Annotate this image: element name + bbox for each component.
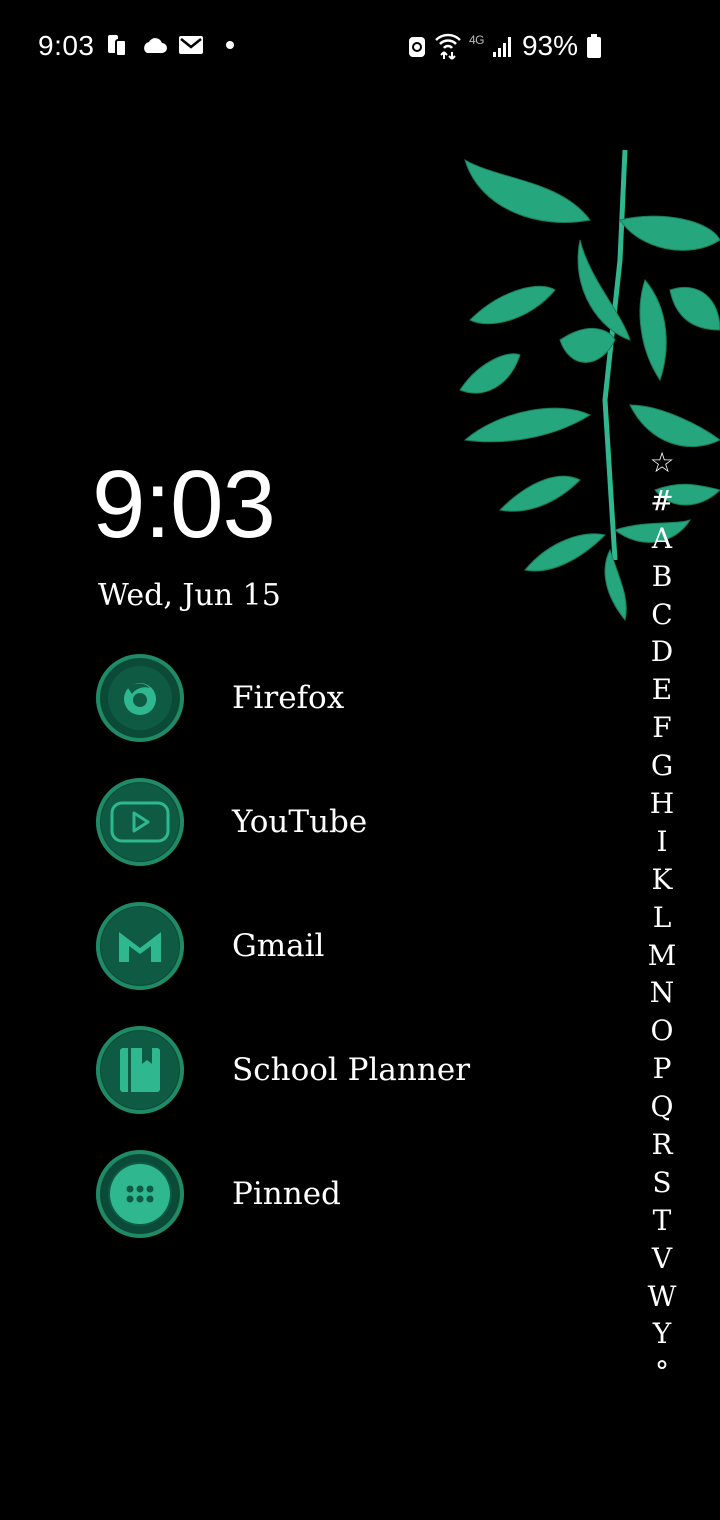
index-letter[interactable]: T	[640, 1202, 684, 1240]
index-letter[interactable]: B	[640, 558, 684, 596]
app-item-youtube[interactable]: YouTube	[96, 776, 576, 868]
index-letter[interactable]: O	[640, 1012, 684, 1050]
index-letter[interactable]: D	[640, 633, 684, 671]
app-item-school-planner[interactable]: School Planner	[96, 1024, 576, 1116]
index-letter[interactable]: Q	[640, 1088, 684, 1126]
app-item-gmail[interactable]: Gmail	[96, 900, 576, 992]
app-item-pinned[interactable]: Pinned	[96, 1148, 576, 1240]
index-letter[interactable]: #	[640, 482, 684, 520]
index-letter[interactable]: A	[640, 520, 684, 558]
status-bar: 9:03 4G 93%	[0, 0, 720, 96]
app-label: Firefox	[232, 680, 345, 716]
phone-transfer-icon	[108, 35, 127, 57]
app-item-firefox[interactable]: Firefox	[96, 652, 576, 744]
index-letter[interactable]: V	[640, 1240, 684, 1278]
index-letter[interactable]: P	[640, 1050, 684, 1088]
index-letter[interactable]: E	[640, 671, 684, 709]
battery-icon	[587, 34, 601, 58]
index-letter[interactable]: I	[640, 823, 684, 861]
planner-icon	[96, 1026, 184, 1114]
index-letter[interactable]: N	[640, 974, 684, 1012]
more-notifications-dot	[226, 41, 234, 49]
app-label: Pinned	[232, 1176, 341, 1212]
clock-widget-time[interactable]: 9:03	[92, 450, 276, 560]
index-letter[interactable]: S	[640, 1164, 684, 1202]
notification-icons	[104, 32, 234, 58]
index-letter[interactable]: °	[640, 1353, 684, 1391]
index-letter[interactable]: M	[640, 937, 684, 975]
signal-icon	[492, 37, 511, 57]
mail-icon	[179, 36, 203, 54]
index-letter[interactable]: ☆	[640, 444, 684, 482]
status-indicators: 4G 93%	[407, 30, 602, 62]
battery-percent: 93%	[521, 30, 578, 61]
app-label: School Planner	[232, 1052, 471, 1088]
youtube-icon	[96, 778, 184, 866]
index-letter[interactable]: F	[640, 709, 684, 747]
index-letter[interactable]: G	[640, 747, 684, 785]
index-letter[interactable]: K	[640, 861, 684, 899]
index-letter[interactable]: Y	[640, 1315, 684, 1353]
cloud-icon	[144, 38, 167, 53]
index-letter[interactable]: L	[640, 899, 684, 937]
app-label: YouTube	[232, 804, 368, 840]
index-letter[interactable]: H	[640, 785, 684, 823]
network-type: 4G	[468, 33, 485, 47]
wifi-icon	[435, 33, 461, 60]
pinned-icon	[96, 1150, 184, 1238]
firefox-icon	[96, 654, 184, 742]
battery-saver-icon	[408, 37, 425, 57]
app-label: Gmail	[232, 928, 325, 964]
status-time: 9:03	[38, 30, 95, 61]
index-letter[interactable]: C	[640, 596, 684, 634]
clock-widget-date[interactable]: Wed, Jun 15	[98, 578, 281, 613]
index-letter[interactable]: W	[640, 1278, 684, 1316]
alphabet-index-scrollbar[interactable]: ☆ # A B C D E F G H I K L M N O P Q R S T V W Y °	[640, 444, 684, 1391]
index-letter[interactable]: R	[640, 1126, 684, 1164]
gmail-icon	[96, 902, 184, 990]
